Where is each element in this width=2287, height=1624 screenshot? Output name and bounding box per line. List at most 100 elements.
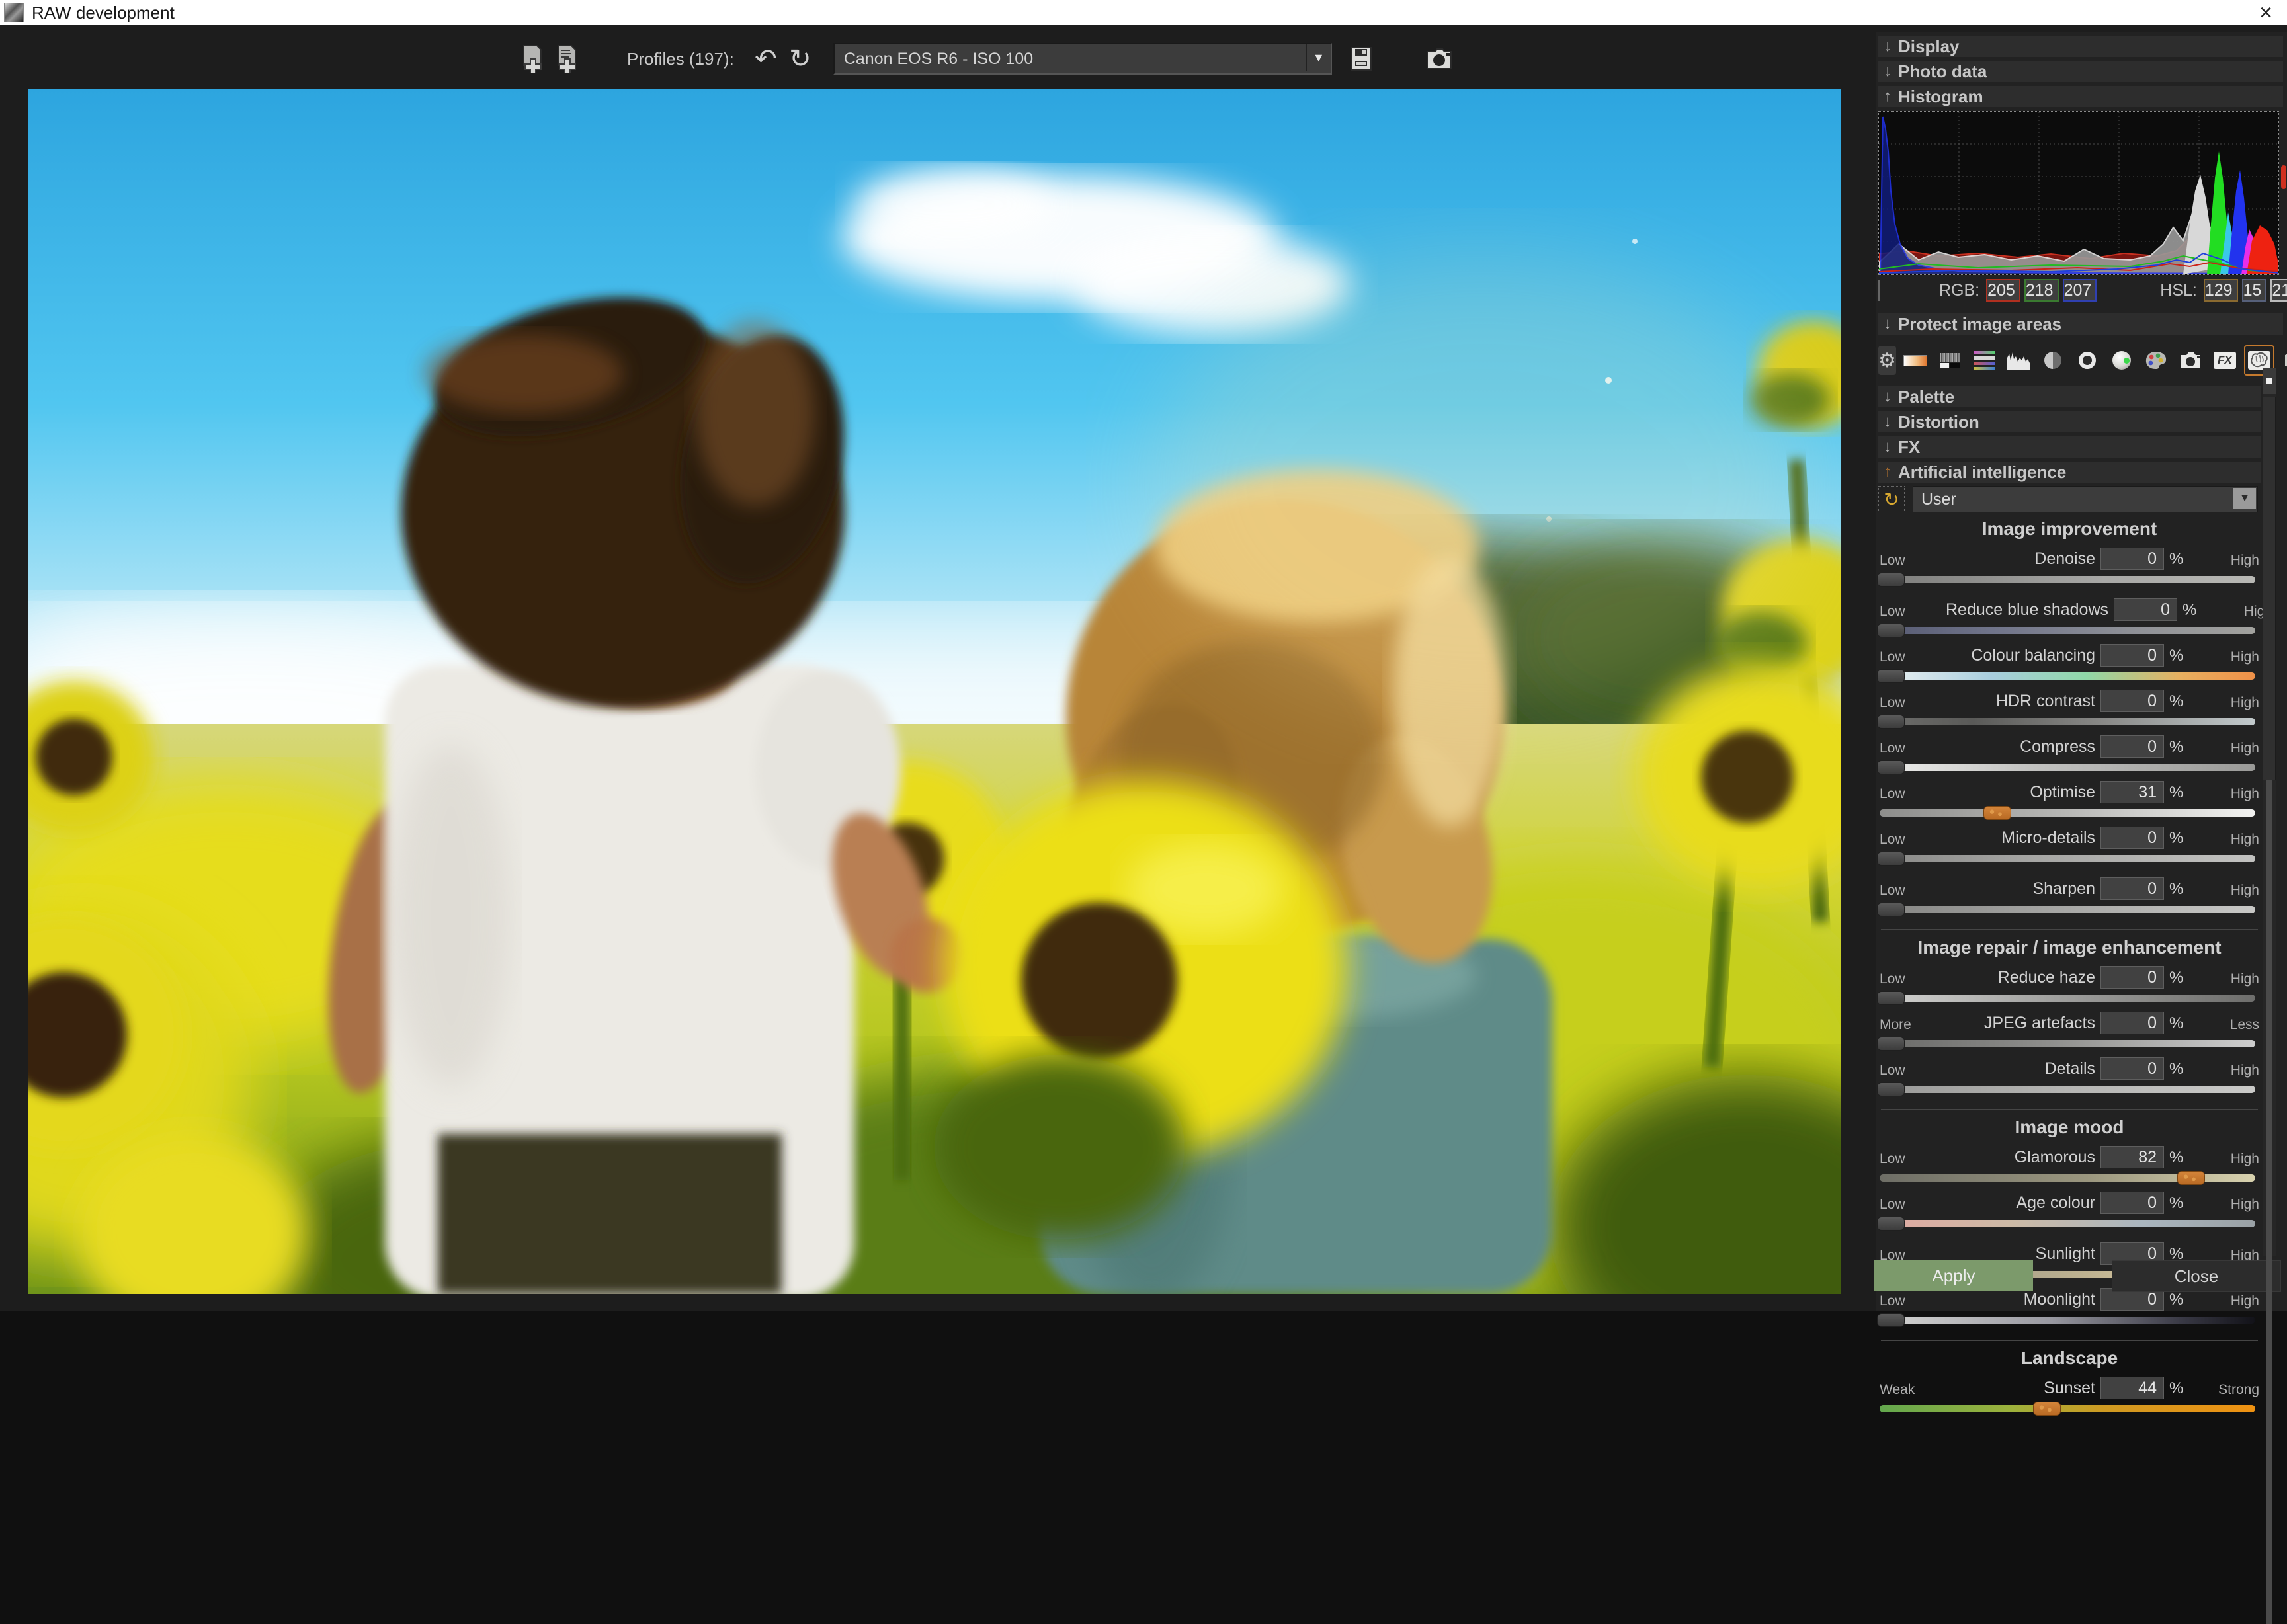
sunset-value-input[interactable]: 44 — [2100, 1377, 2164, 1399]
image-preview — [28, 89, 1841, 1294]
slider-max-label: High — [2193, 832, 2259, 849]
apply-button[interactable]: Apply — [1874, 1260, 2033, 1291]
lighting-tool-icon[interactable] — [2106, 345, 2137, 376]
denoise-value-input[interactable]: 0 — [2100, 548, 2164, 570]
undo-button[interactable]: ↶ — [749, 42, 783, 76]
slider-thumb[interactable] — [1877, 1082, 1905, 1096]
details-value-input[interactable]: 0 — [2100, 1057, 2164, 1080]
gear-icon[interactable]: ⚙ — [1878, 346, 1896, 375]
optimise-value-input[interactable]: 31 — [2100, 781, 2164, 803]
ai-preset-select[interactable]: User ▼ — [1913, 486, 2258, 512]
slider-thumb[interactable] — [1877, 903, 1905, 916]
chevron-down-icon[interactable]: ▼ — [1306, 44, 1331, 71]
slider-thumb[interactable] — [1877, 669, 1905, 683]
palette-tool-icon[interactable] — [2141, 345, 2171, 376]
micro-details-value-input[interactable]: 0 — [2100, 827, 2164, 849]
slider-track[interactable] — [1880, 906, 2255, 913]
exposure-tool-icon[interactable] — [1900, 345, 1931, 376]
perspective-tool-icon[interactable] — [2278, 345, 2287, 376]
slider-label: Micro-details — [2001, 829, 2095, 848]
slider-thumb[interactable] — [1877, 1313, 1905, 1327]
sharpen-value-input[interactable]: 0 — [2100, 877, 2164, 900]
slider-max-label: High — [2193, 1063, 2259, 1080]
slider-track[interactable] — [1880, 576, 2255, 583]
scrollbar-track[interactable] — [2266, 780, 2272, 1624]
slider-track[interactable] — [1880, 764, 2255, 771]
section-artificial-intelligence[interactable]: ↑Artificial intelligence — [1878, 462, 2261, 483]
slider-track[interactable] — [1880, 1040, 2255, 1047]
compress-value-input[interactable]: 0 — [2100, 735, 2164, 758]
slider-min-label: Low — [1880, 741, 1946, 758]
section-palette[interactable]: ↓Palette — [1878, 386, 2261, 407]
slider-sharpen: LowSharpen0%High — [1878, 877, 2261, 917]
close-window-button[interactable]: × — [2259, 0, 2272, 26]
slider-thumb[interactable] — [1877, 624, 1905, 637]
slider-track[interactable] — [1880, 995, 2255, 1002]
section-distortion[interactable]: ↓Distortion — [1878, 411, 2261, 432]
denoise-tool-icon[interactable] — [1934, 345, 1965, 376]
section-protect-image-areas[interactable]: ↓ Protect image areas — [1878, 313, 2283, 335]
slider-thumb[interactable] — [1877, 991, 1905, 1005]
slider-track[interactable] — [1880, 1220, 2255, 1227]
section-label: FX — [1898, 437, 1920, 458]
slider-track[interactable] — [1880, 1317, 2255, 1324]
section-photo-data[interactable]: ↓Photo data — [1878, 61, 2283, 82]
slider-thumb[interactable] — [2033, 1402, 2061, 1416]
redo-button[interactable]: ↻ — [783, 42, 817, 76]
percent-sign: % — [2164, 829, 2193, 849]
refresh-preset-icon[interactable]: ↻ — [1878, 486, 1905, 512]
add-profile-icon[interactable] — [516, 42, 550, 76]
slider-thumb[interactable] — [1877, 1217, 1905, 1231]
section-fx[interactable]: ↓ FX — [1878, 436, 2261, 458]
jpeg-artefacts-value-input[interactable]: 0 — [2100, 1012, 2164, 1034]
age-colour-value-input[interactable]: 0 — [2100, 1192, 2164, 1214]
reduce-blue-shadows-value-input[interactable]: 0 — [2114, 598, 2177, 621]
slider-track[interactable] — [1880, 627, 2255, 634]
title-bar: RAW development × — [0, 0, 2287, 25]
histogram-tool-icon[interactable] — [2003, 345, 2034, 376]
reduce-haze-value-input[interactable]: 0 — [2100, 966, 2164, 989]
glamorous-value-input[interactable]: 82 — [2100, 1146, 2164, 1168]
slider-track[interactable] — [1880, 718, 2255, 725]
slider-label: Sharpen — [2032, 879, 2095, 899]
sample-color-swatch — [1878, 280, 1880, 301]
slider-track[interactable] — [1880, 1405, 2255, 1412]
histogram-display — [1878, 111, 2279, 275]
collapse-arrow-icon: ↓ — [1884, 438, 1892, 456]
lens-tool-icon[interactable] — [2072, 345, 2102, 376]
slider-thumb[interactable] — [1983, 806, 2011, 820]
percent-sign: % — [2164, 880, 2193, 900]
slider-group-title-image-improvement: Image improvement — [1878, 518, 2261, 540]
contrast-tool-icon[interactable] — [2038, 345, 2068, 376]
slider-track[interactable] — [1880, 809, 2255, 817]
fx-tool-icon[interactable]: FX — [2210, 345, 2240, 376]
slider-thumb[interactable] — [1877, 852, 1905, 866]
save-profile-icon[interactable] — [1344, 42, 1378, 76]
slider-thumb[interactable] — [1877, 573, 1905, 587]
slider-min-label: Low — [1880, 1063, 1946, 1080]
camera-tool-icon[interactable] — [2175, 345, 2206, 376]
panel-scrollbar[interactable] — [2263, 368, 2276, 1256]
percent-sign: % — [2164, 738, 2193, 758]
slider-track[interactable] — [1880, 1086, 2255, 1093]
close-button[interactable]: Close — [2112, 1260, 2281, 1292]
slider-min-label: Low — [1880, 971, 1946, 989]
hdr-contrast-value-input[interactable]: 0 — [2100, 690, 2164, 712]
slider-label: Sunset — [2044, 1379, 2095, 1398]
chevron-down-icon[interactable]: ▼ — [2233, 488, 2256, 509]
scroll-up-button[interactable] — [2263, 368, 2276, 394]
slider-track[interactable] — [1880, 855, 2255, 862]
colour-balancing-value-input[interactable]: 0 — [2100, 644, 2164, 667]
profile-select[interactable]: Canon EOS R6 - ISO 100 ▼ — [833, 43, 1332, 75]
slider-track[interactable] — [1880, 672, 2255, 680]
slider-thumb[interactable] — [2177, 1171, 2205, 1185]
scrollbar-thumb[interactable] — [2263, 397, 2276, 780]
section-display[interactable]: ↓Display — [1878, 36, 2283, 57]
snapshot-icon[interactable] — [1422, 42, 1456, 76]
slider-thumb[interactable] — [1877, 1037, 1905, 1051]
slider-thumb[interactable] — [1877, 715, 1905, 729]
section-histogram[interactable]: ↑Histogram — [1878, 86, 2283, 107]
slider-thumb[interactable] — [1877, 760, 1905, 774]
channels-tool-icon[interactable] — [1969, 345, 1999, 376]
add-profile-settings-icon[interactable] — [550, 42, 585, 76]
